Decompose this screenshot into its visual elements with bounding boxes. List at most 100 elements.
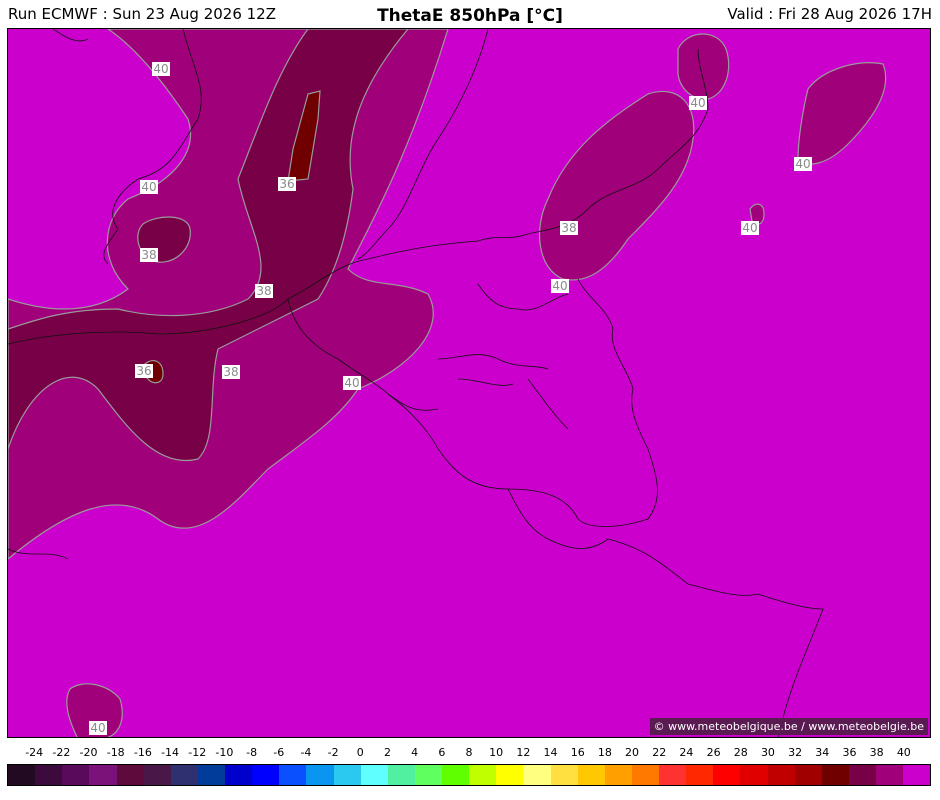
colorbar-tick-label: -22: [52, 746, 71, 759]
colorbar-tick-label: 18: [597, 746, 612, 759]
colorbar-swatch: [713, 765, 741, 785]
contour-label-38-a: 38: [140, 248, 158, 262]
colorbar-tick-label: 34: [815, 746, 830, 759]
svg-text:40: 40: [552, 279, 567, 293]
colorbar-tick-label: 10: [489, 746, 504, 759]
colorbar-swatch: [442, 765, 470, 785]
colorbar-tick-label: 26: [706, 746, 721, 759]
svg-text:40: 40: [141, 180, 156, 194]
colorbar-swatch: [631, 765, 659, 785]
colorbar-tick-label: 16: [570, 746, 585, 759]
contour-label-40-e: 40: [689, 96, 707, 110]
colorbar-swatch: [876, 765, 904, 785]
colorbar-tick-label: 40: [896, 746, 911, 759]
colorbar-swatch: [550, 765, 578, 785]
contour-label-38-c: 38: [222, 365, 240, 379]
colorbar-tick-label: -14: [161, 746, 180, 759]
colorbar-swatch: [35, 765, 63, 785]
colorbar: [7, 764, 931, 786]
colorbar-swatch: [496, 765, 524, 785]
contour-label-40-d: 40: [551, 279, 569, 293]
colorbar-swatch: [767, 765, 795, 785]
colorbar-tick-label: -10: [215, 746, 234, 759]
svg-text:36: 36: [136, 364, 151, 378]
colorbar-swatch: [821, 765, 849, 785]
colorbar-tick-label: -20: [79, 746, 98, 759]
colorbar-swatch: [333, 765, 361, 785]
colorbar-swatch: [604, 765, 632, 785]
contour-label-38-b: 38: [255, 284, 273, 298]
contour-label-40-b: 40: [140, 180, 158, 194]
svg-text:38: 38: [141, 248, 156, 262]
contour-label-36-a: 36: [278, 177, 296, 191]
colorbar-swatch: [360, 765, 388, 785]
colorbar-tick-label: 14: [543, 746, 558, 759]
colorbar-swatch: [848, 765, 876, 785]
colorbar-swatch: [577, 765, 605, 785]
colorbar-swatch: [116, 765, 144, 785]
colorbar-tick-label: -18: [106, 746, 125, 759]
colorbar-swatch: [903, 765, 931, 785]
svg-text:40: 40: [90, 721, 105, 735]
colorbar-tick-labels: -24 -22 -20 -18 -16 -14 -12 -10 -8 -6 -4 -2 0 2 4 6 8 10 1…: [7, 746, 931, 762]
colorbar-tick-label: -12: [188, 746, 207, 759]
svg-text:40: 40: [795, 157, 810, 171]
svg-text:38: 38: [223, 365, 238, 379]
thetae-map: 40 40 40 40 40 40 40 40 38 38 38 38 36 3…: [8, 29, 930, 737]
contour-label-40-g: 40: [741, 221, 759, 235]
colorbar-tick-label: 22: [652, 746, 667, 759]
map-panel: 40 40 40 40 40 40 40 40 38 38 38 38 36 3…: [7, 28, 931, 738]
colorbar-swatch: [387, 765, 415, 785]
colorbar-swatch: [225, 765, 253, 785]
svg-text:36: 36: [279, 177, 294, 191]
colorbar-tick-label: -2: [327, 746, 339, 759]
colorbar-tick-label: 38: [869, 746, 884, 759]
colorbar-swatch: [306, 765, 334, 785]
colorbar-swatch: [659, 765, 687, 785]
colorbar-tick-label: 4: [411, 746, 419, 759]
colorbar-tick-label: -4: [300, 746, 312, 759]
colorbar-tick-label: 32: [788, 746, 803, 759]
colorbar-tick-label: 20: [625, 746, 640, 759]
credit-badge: © www.meteobelgique.be / www.meteobelgie…: [649, 718, 928, 735]
colorbar-swatch: [170, 765, 198, 785]
colorbar-tick-label: -8: [246, 746, 258, 759]
svg-text:40: 40: [344, 376, 359, 390]
colorbar-tick-label: 0: [356, 746, 364, 759]
colorbar-swatch: [414, 765, 442, 785]
colorbar-tick-label: 30: [760, 746, 775, 759]
colorbar-tick-label: 24: [679, 746, 694, 759]
contour-label-40-c: 40: [343, 376, 361, 390]
colorbar-tick-label: -6: [273, 746, 285, 759]
colorbar-swatch: [523, 765, 551, 785]
colorbar-swatch: [197, 765, 225, 785]
contour-fill-40-east-2: [677, 33, 730, 100]
colorbar-tick-label: -16: [133, 746, 152, 759]
colorbar-swatch: [89, 765, 117, 785]
colorbar-tick-label: 8: [465, 746, 473, 759]
colorbar-swatch: [8, 765, 36, 785]
colorbar-swatch: [686, 765, 714, 785]
colorbar-tick-label: 6: [438, 746, 446, 759]
colorbar-tick-label: 2: [383, 746, 391, 759]
colorbar-swatch: [469, 765, 497, 785]
colorbar-swatch: [143, 765, 171, 785]
contour-label-40-h: 40: [89, 721, 107, 735]
svg-text:40: 40: [690, 96, 705, 110]
colorbar-swatch: [740, 765, 768, 785]
colorbar-tick-label: -24: [25, 746, 44, 759]
contour-label-40-a: 40: [152, 62, 170, 76]
svg-text:40: 40: [153, 62, 168, 76]
svg-text:40: 40: [742, 221, 757, 235]
colorbar-swatch: [794, 765, 822, 785]
svg-text:38: 38: [256, 284, 271, 298]
contour-label-38-d: 38: [560, 221, 578, 235]
colorbar-tick-label: 28: [733, 746, 748, 759]
colorbar-tick-label: 12: [516, 746, 531, 759]
contour-label-40-f: 40: [794, 157, 812, 171]
colorbar-swatch: [279, 765, 307, 785]
colorbar-tick-label: 36: [842, 746, 857, 759]
colorbar-swatch: [62, 765, 90, 785]
colorbar-swatch: [252, 765, 280, 785]
contour-label-36-b: 36: [135, 364, 153, 378]
